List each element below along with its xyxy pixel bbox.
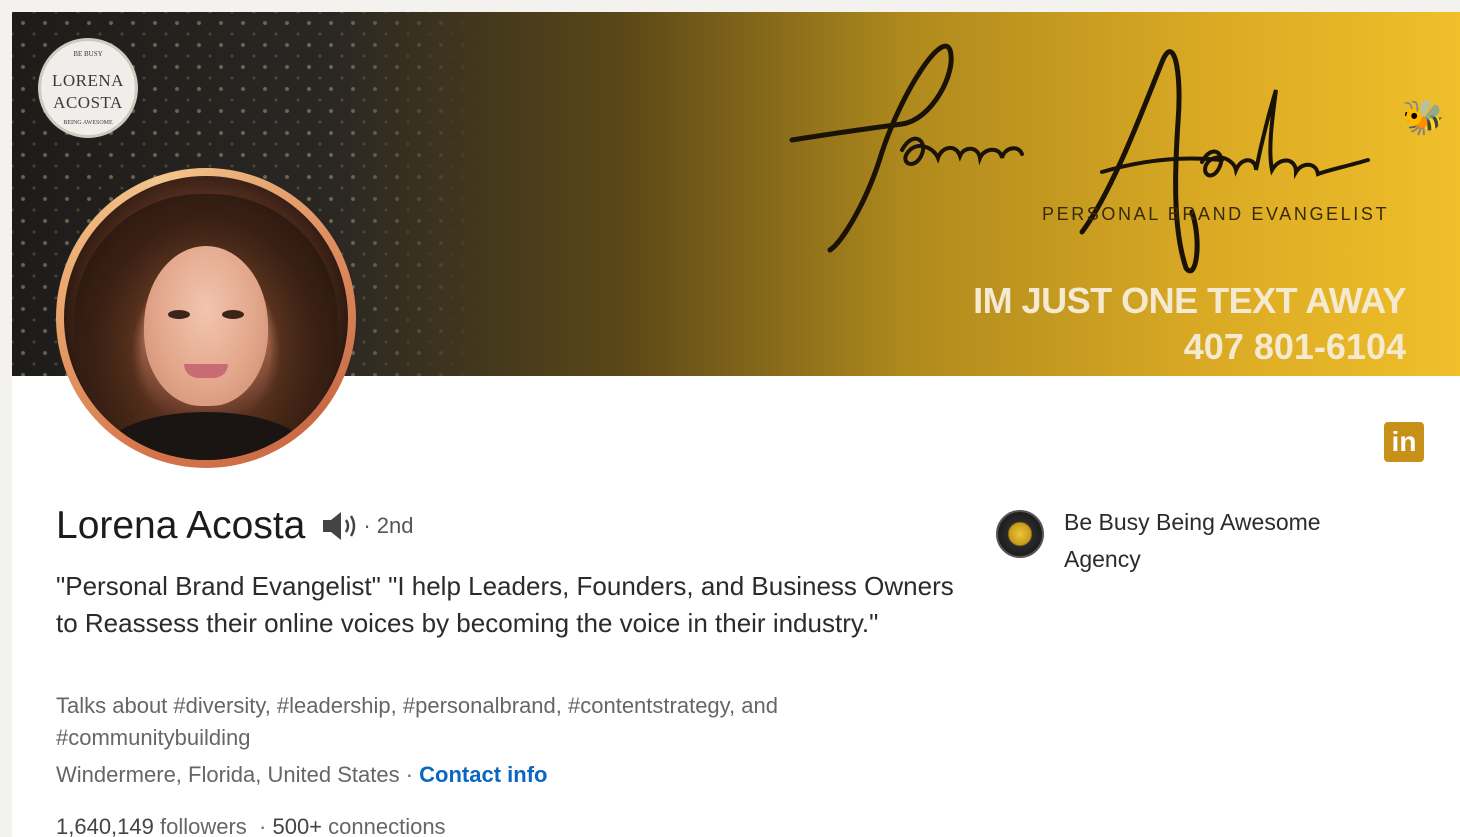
- banner-cta-phone: 407 801-6104: [1183, 326, 1406, 367]
- seal-line2: ACOSTA: [53, 93, 123, 112]
- profile-photo[interactable]: [56, 168, 356, 468]
- seal-bottom-text: BEING AWESOME: [63, 120, 113, 126]
- connections-count[interactable]: 500+: [272, 814, 322, 837]
- location-row: Windermere, Florida, United States · Con…: [56, 762, 547, 788]
- linkedin-icon[interactable]: in: [1384, 422, 1424, 462]
- speaker-icon[interactable]: [319, 506, 363, 546]
- network-stats: 1,640,149 followers · 500+ connections: [56, 814, 446, 837]
- seal-line1: LORENA: [52, 71, 124, 90]
- location-separator: ·: [399, 762, 420, 787]
- profile-name: Lorena Acosta: [56, 504, 306, 547]
- avatar: [64, 176, 348, 460]
- bee-icon: 🐝: [1402, 99, 1445, 137]
- name-row: Lorena Acosta · 2nd: [56, 504, 414, 548]
- talks-about: Talks about #diversity, #leadership, #pe…: [56, 693, 778, 750]
- connection-degree: · 2nd: [363, 513, 414, 538]
- avatar-eye-right: [222, 310, 244, 319]
- seal-top-text: BE BUSY: [73, 50, 103, 58]
- banner-logo-seal: BE BUSY LORENA ACOSTA BEING AWESOME: [38, 38, 138, 138]
- followers-count[interactable]: 1,640,149: [56, 814, 154, 837]
- profile-headline: "Personal Brand Evangelist" "I help Lead…: [56, 571, 954, 638]
- banner-script-signature: [789, 43, 1370, 274]
- banner-tagline: PERSONAL BRAND EVANGELIST: [1042, 204, 1390, 224]
- contact-info-link[interactable]: Contact info: [419, 762, 547, 787]
- company-logo-icon: [996, 510, 1044, 558]
- location-text: Windermere, Florida, United States: [56, 762, 400, 787]
- current-company[interactable]: Be Busy Being Awesome Agency: [996, 504, 1364, 578]
- banner-cta-line1: IM JUST ONE TEXT AWAY: [973, 280, 1406, 321]
- followers-label: followers: [153, 814, 247, 837]
- avatar-lips: [184, 364, 228, 378]
- avatar-eye-left: [168, 310, 190, 319]
- connections-label: connections: [322, 814, 446, 837]
- profile-card: BE BUSY LORENA ACOSTA BEING AWESOME PERS…: [12, 12, 1460, 837]
- avatar-face: [144, 246, 268, 406]
- company-name: Be Busy Being Awesome Agency: [1064, 509, 1321, 572]
